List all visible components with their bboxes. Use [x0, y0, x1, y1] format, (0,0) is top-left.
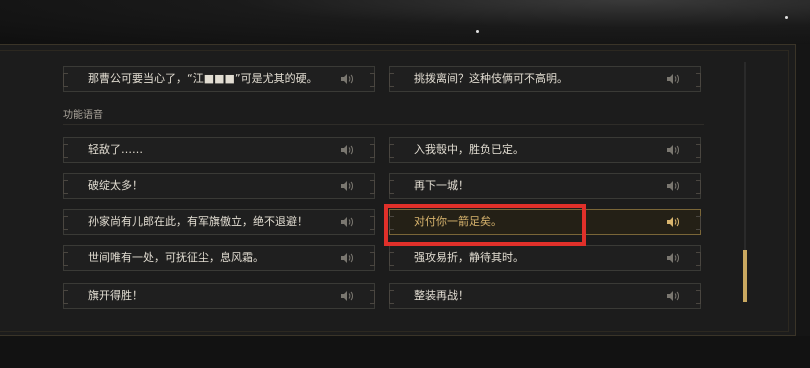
speaker-icon[interactable] [666, 290, 680, 302]
voice-line-item[interactable]: 那曹公可要当心了，“江■■■”可是尤其的硬。 [63, 66, 375, 92]
speaker-icon[interactable] [666, 180, 680, 192]
voice-line-item[interactable]: 挑拨离间？这种伎俩可不高明。 [389, 66, 701, 92]
voice-line-item[interactable]: 孙家尚有儿郎在此，有军旗傲立，绝不退避！ [63, 209, 375, 235]
voice-line-text: 破绽太多！ [88, 179, 143, 192]
speaker-icon[interactable] [666, 73, 680, 85]
speaker-icon[interactable] [340, 290, 354, 302]
section-divider [63, 124, 704, 125]
selection-highlight-box [384, 204, 586, 246]
decoration-dot [785, 16, 788, 19]
speaker-icon[interactable] [340, 180, 354, 192]
speaker-icon[interactable] [340, 144, 354, 156]
section-title: 功能语音 [63, 110, 103, 121]
header-background [0, 0, 810, 44]
speaker-icon[interactable] [340, 252, 354, 264]
speaker-icon[interactable] [340, 73, 354, 85]
voice-line-text: 整装再战！ [414, 289, 469, 302]
voice-line-item[interactable]: 破绽太多！ [63, 173, 375, 199]
speaker-icon[interactable] [666, 216, 680, 228]
decoration-dot [476, 30, 479, 33]
speaker-icon[interactable] [666, 252, 680, 264]
voice-line-item[interactable]: 入我彀中，胜负已定。 [389, 137, 701, 163]
voice-line-text: 那曹公可要当心了，“江■■■”可是尤其的硬。 [88, 72, 318, 85]
voice-line-text: 轻敌了…… [88, 143, 143, 156]
speaker-icon[interactable] [666, 144, 680, 156]
voice-line-text: 世间唯有一处，可抚征尘，息风霜。 [88, 251, 264, 264]
voice-line-item[interactable]: 再下一城！ [389, 173, 701, 199]
scrollbar-thumb[interactable] [743, 250, 747, 302]
voice-line-text: 入我彀中，胜负已定。 [414, 143, 524, 156]
voice-line-text: 孙家尚有儿郎在此，有军旗傲立，绝不退避！ [88, 215, 308, 228]
voice-line-text: 挑拨离间？这种伎俩可不高明。 [414, 72, 568, 85]
voice-line-item[interactable]: 轻敌了…… [63, 137, 375, 163]
speaker-icon[interactable] [340, 216, 354, 228]
footer-background [0, 336, 810, 368]
voice-line-text: 再下一城！ [414, 179, 469, 192]
voice-line-item[interactable]: 旗开得胜！ [63, 283, 375, 309]
voice-line-text: 旗开得胜！ [88, 289, 143, 302]
voice-line-item[interactable]: 世间唯有一处，可抚征尘，息风霜。 [63, 245, 375, 271]
voice-line-item[interactable]: 整装再战！ [389, 283, 701, 309]
voice-line-item[interactable]: 强攻易折，静待其时。 [389, 245, 701, 271]
voice-line-text: 强攻易折，静待其时。 [414, 251, 524, 264]
